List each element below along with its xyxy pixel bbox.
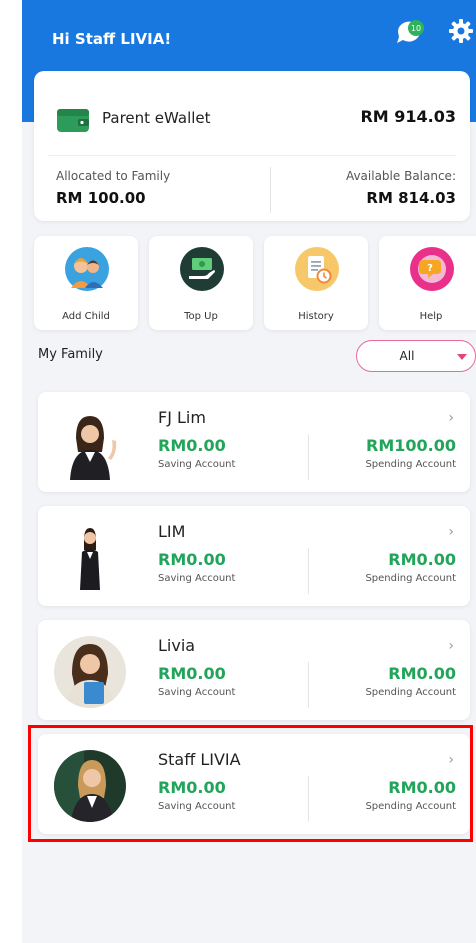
divider xyxy=(48,155,456,156)
help-button[interactable]: ? Help xyxy=(379,236,476,330)
add-child-button[interactable]: Add Child xyxy=(34,236,138,330)
saving-label: Saving Account xyxy=(158,573,236,584)
spending-amount: RM0.00 xyxy=(388,550,456,569)
add-child-icon xyxy=(65,247,109,291)
available-value: RM 814.03 xyxy=(366,189,456,207)
selection-highlight xyxy=(28,725,473,842)
divider xyxy=(308,662,309,708)
member-card-lim[interactable]: LIM › RM0.00 Saving Account RM0.00 Spend… xyxy=(38,506,470,606)
top-up-button[interactable]: Top Up xyxy=(149,236,253,330)
chevron-down-icon xyxy=(457,354,467,360)
allocated-label: Allocated to Family xyxy=(56,169,171,183)
available-label: Available Balance: xyxy=(345,169,456,183)
history-button[interactable]: History xyxy=(264,236,368,330)
chevron-right-icon: › xyxy=(448,638,454,654)
spending-label: Spending Account xyxy=(365,687,456,698)
saving-label: Saving Account xyxy=(158,459,236,470)
history-label: History xyxy=(298,311,334,322)
greeting-title: Hi Staff LIVIA! xyxy=(52,30,172,48)
spending-label: Spending Account xyxy=(365,459,456,470)
gear-icon[interactable] xyxy=(448,18,474,44)
saving-amount: RM0.00 xyxy=(158,550,226,569)
chevron-right-icon: › xyxy=(448,524,454,540)
add-child-label: Add Child xyxy=(62,311,110,322)
wallet-icon xyxy=(57,109,89,132)
spending-amount: RM100.00 xyxy=(366,436,456,455)
member-name: Livia xyxy=(158,636,196,655)
allocated-value: RM 100.00 xyxy=(56,189,146,207)
saving-label: Saving Account xyxy=(158,687,236,698)
member-name: LIM xyxy=(158,522,186,541)
saving-amount: RM0.00 xyxy=(158,664,226,683)
filter-value: All xyxy=(399,349,415,363)
chevron-right-icon: › xyxy=(448,410,454,426)
member-card-livia[interactable]: Livia › RM0.00 Saving Account RM0.00 Spe… xyxy=(38,620,470,720)
chat-notification-icon[interactable]: 10 xyxy=(394,18,424,46)
history-icon xyxy=(295,247,339,291)
family-filter-dropdown[interactable]: All xyxy=(356,340,476,372)
top-up-label: Top Up xyxy=(184,311,218,322)
avatar xyxy=(54,408,126,480)
divider xyxy=(308,548,309,594)
saving-amount: RM0.00 xyxy=(158,436,226,455)
svg-text:?: ? xyxy=(427,263,433,274)
wallet-label: Parent eWallet xyxy=(102,109,211,127)
wallet-card[interactable]: Parent eWallet RM 914.03 Allocated to Fa… xyxy=(34,71,470,221)
notification-count: 10 xyxy=(411,24,421,33)
spending-label: Spending Account xyxy=(365,573,456,584)
divider xyxy=(308,434,309,480)
help-icon: ? xyxy=(410,247,454,291)
member-name: FJ Lim xyxy=(158,408,206,427)
top-up-icon xyxy=(180,247,224,291)
section-title: My Family xyxy=(38,347,103,362)
member-card-fj-lim[interactable]: FJ Lim › RM0.00 Saving Account RM100.00 … xyxy=(38,392,470,492)
help-label: Help xyxy=(419,311,443,322)
divider xyxy=(270,167,271,213)
spending-amount: RM0.00 xyxy=(388,664,456,683)
wallet-balance: RM 914.03 xyxy=(360,107,456,126)
avatar xyxy=(54,636,126,708)
avatar xyxy=(54,522,126,594)
